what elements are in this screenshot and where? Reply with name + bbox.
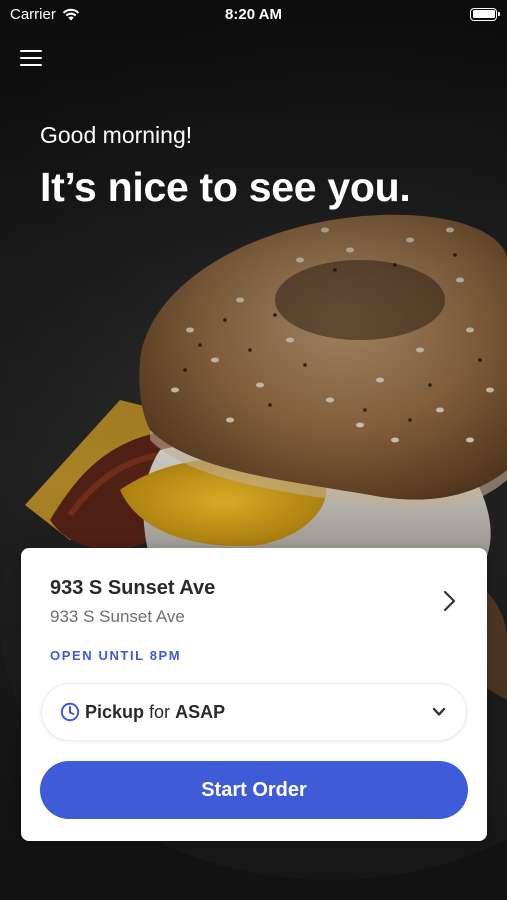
status-bar: Carrier 8:20 AM [0,0,507,28]
wifi-icon [62,8,80,20]
location-address: 933 S Sunset Ave [50,607,185,626]
menu-line [20,56,42,60]
hamburger-menu-icon[interactable] [20,48,42,68]
location-card: 933 S Sunset Ave 933 S Sunset Ave OPEN U… [21,548,487,841]
carrier-label: Carrier [10,5,56,23]
location-hours: OPEN UNTIL 8PM [50,648,182,663]
order-mode-value: Pickup [85,701,145,722]
chevron-down-icon [432,707,446,716]
order-mode-label: Pickup for ASAP [85,702,225,723]
order-mode-connector: for [149,701,171,722]
battery-level [472,10,495,18]
clock-icon [60,702,80,722]
battery-icon [470,7,500,21]
page-headline: It’s nice to see you. [40,164,411,210]
menu-line [20,50,42,53]
status-time: 8:20 AM [225,5,282,23]
status-bar-right [357,7,500,21]
order-time-value: ASAP [175,701,226,722]
chevron-right-icon[interactable] [439,588,459,614]
menu-line [20,63,42,66]
start-order-button[interactable]: Start Order [40,761,468,819]
greeting-text: Good morning! [40,122,193,148]
order-mode-select[interactable]: Pickup for ASAP [41,683,467,741]
location-name[interactable]: 933 S Sunset Ave [50,577,215,600]
status-bar-left: Carrier [10,6,150,23]
